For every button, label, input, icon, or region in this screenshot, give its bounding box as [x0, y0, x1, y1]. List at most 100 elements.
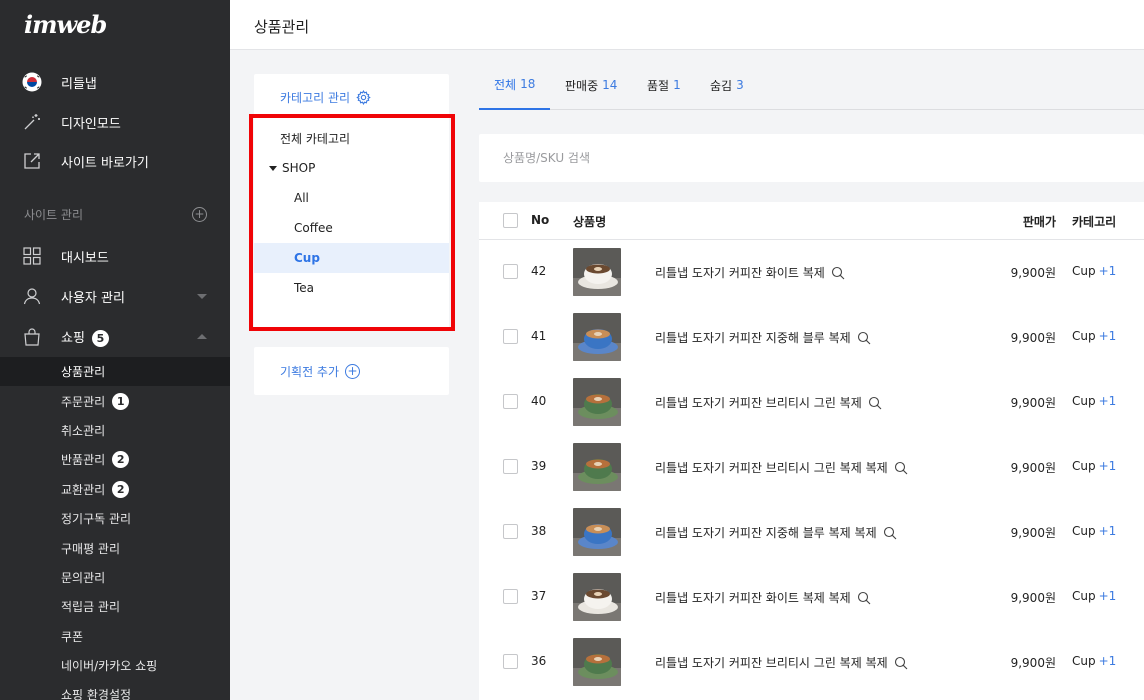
product-name-link[interactable]: 리틀냅 도자기 커피잔 지중해 블루 복제 복제: [655, 524, 897, 541]
imweb-logo[interactable]: imweb: [24, 10, 107, 39]
row-number: 39: [531, 459, 547, 473]
sidebar-item-product-management[interactable]: 상품관리: [0, 357, 230, 387]
product-name-link[interactable]: 리틀냅 도자기 커피잔 브리티시 그린 복제 복제: [655, 459, 908, 476]
sidebar-item-shopping[interactable]: 쇼핑 5: [0, 317, 230, 357]
select-all-checkbox[interactable]: [503, 213, 518, 228]
more-categories-link[interactable]: +1: [1099, 524, 1117, 538]
tab-all[interactable]: 전체 18: [479, 60, 551, 110]
tab-label: 전체: [494, 77, 517, 92]
product-tabs: 전체 18 판매중 14 품절 1 숨김 3: [479, 60, 1144, 110]
sidebar-item-points[interactable]: 적립금 관리: [0, 592, 230, 621]
returns-count-badge: 2: [112, 451, 130, 469]
sidebar-item-site[interactable]: 리들냅: [0, 62, 230, 102]
more-categories-link[interactable]: +1: [1099, 654, 1117, 668]
table-row[interactable]: 42 리틀냅 도자기 커피잔 화이트 복제 9,900원 Cup +1: [479, 240, 1144, 305]
search-icon[interactable]: [868, 396, 882, 410]
sidebar-item-visit-site[interactable]: 사이트 바로가기: [0, 141, 230, 181]
product-category: Cup +1: [1072, 524, 1116, 538]
category-tea[interactable]: Tea: [254, 273, 449, 303]
search-icon[interactable]: [831, 266, 845, 280]
event-panel: 기획전 추가 +: [254, 347, 449, 395]
column-price[interactable]: 판매가: [1023, 213, 1056, 230]
more-categories-link[interactable]: +1: [1099, 459, 1117, 473]
sidebar-item-cancellations[interactable]: 취소관리: [0, 416, 230, 445]
product-name-link[interactable]: 리틀냅 도자기 커피잔 브리티시 그린 복제 복제: [655, 654, 908, 671]
product-category: Cup +1: [1072, 589, 1116, 603]
tab-sold-out[interactable]: 품절 1: [647, 60, 681, 110]
sidebar-item-shop-settings[interactable]: 쇼핑 환경설정: [0, 680, 230, 700]
more-categories-link[interactable]: +1: [1099, 589, 1117, 603]
column-category[interactable]: 카테고리: [1072, 213, 1116, 230]
tab-on-sale[interactable]: 판매중 14: [565, 60, 617, 110]
row-checkbox[interactable]: [503, 394, 518, 409]
product-thumbnail[interactable]: [573, 313, 621, 361]
sidebar-item-users[interactable]: 사용자 관리: [0, 276, 230, 316]
sidebar-item-orders[interactable]: 주문관리 1: [0, 386, 230, 415]
sidebar-item-label: 정기구독 관리: [61, 512, 132, 527]
category-coffee[interactable]: Coffee: [254, 213, 449, 243]
more-categories-link[interactable]: +1: [1099, 329, 1117, 343]
product-thumbnail[interactable]: [573, 638, 621, 686]
row-checkbox[interactable]: [503, 264, 518, 279]
category-all[interactable]: All: [254, 183, 449, 213]
sidebar-item-subscriptions[interactable]: 정기구독 관리: [0, 504, 230, 533]
product-name: 리틀냅 도자기 커피잔 브리티시 그린 복제: [655, 396, 862, 410]
category-shop[interactable]: SHOP: [254, 153, 449, 183]
table-row[interactable]: 40 리틀냅 도자기 커피잔 브리티시 그린 복제 9,900원 Cup +1: [479, 370, 1144, 435]
column-name[interactable]: 상품명: [573, 213, 606, 230]
sidebar-item-reviews[interactable]: 구매평 관리: [0, 533, 230, 562]
add-event-button[interactable]: 기획전 추가 +: [280, 363, 361, 380]
product-thumbnail[interactable]: [573, 443, 621, 491]
search-icon[interactable]: [883, 526, 897, 540]
search-icon[interactable]: [857, 591, 871, 605]
product-name-link[interactable]: 리틀냅 도자기 커피잔 화이트 복제: [655, 264, 845, 281]
category-all-categories[interactable]: 전체 카테고리: [254, 123, 449, 153]
product-thumbnail[interactable]: [573, 508, 621, 556]
search-input[interactable]: [503, 148, 1103, 168]
sidebar-item-exchanges[interactable]: 교환관리 2: [0, 475, 230, 504]
sidebar-item-label: 대시보드: [61, 250, 109, 266]
sidebar-item-design-mode[interactable]: 디자인모드: [0, 102, 230, 142]
product-thumbnail[interactable]: [573, 573, 621, 621]
chevron-down-icon: [197, 294, 207, 299]
row-number: 36: [531, 654, 547, 668]
category-cup[interactable]: Cup: [254, 243, 449, 273]
category-name: Cup: [1072, 394, 1096, 408]
table-row[interactable]: 41 리틀냅 도자기 커피잔 지중해 블루 복제 9,900원 Cup +1: [479, 305, 1144, 370]
more-categories-link[interactable]: +1: [1099, 394, 1117, 408]
product-name-link[interactable]: 리틀냅 도자기 커피잔 브리티시 그린 복제: [655, 394, 882, 411]
search-icon[interactable]: [894, 656, 908, 670]
sidebar-item-label: 쿠폰: [61, 629, 84, 644]
table-row[interactable]: 39 리틀냅 도자기 커피잔 브리티시 그린 복제 복제 9,900원 Cup +1: [479, 435, 1144, 500]
sidebar-item-coupons[interactable]: 쿠폰: [0, 622, 230, 651]
row-checkbox[interactable]: [503, 459, 518, 474]
product-thumbnail[interactable]: [573, 378, 621, 426]
orders-count-badge: 1: [112, 392, 130, 410]
row-checkbox[interactable]: [503, 524, 518, 539]
product-price: 9,900원: [1010, 526, 1056, 540]
more-categories-link[interactable]: +1: [1099, 264, 1117, 278]
product-name-link[interactable]: 리틀냅 도자기 커피잔 화이트 복제 복제: [655, 589, 871, 606]
product-price: 9,900원: [1010, 266, 1056, 280]
sidebar-item-dashboard[interactable]: 대시보드: [0, 236, 230, 276]
category-manage-button[interactable]: 카테고리 관리: [280, 89, 371, 106]
tab-hidden[interactable]: 숨김 3: [710, 60, 744, 110]
row-checkbox[interactable]: [503, 654, 518, 669]
sidebar-item-label: 디자인모드: [61, 116, 121, 132]
sidebar-item-inquiries[interactable]: 문의관리: [0, 563, 230, 592]
sidebar-item-naver-kakao[interactable]: 네이버/카카오 쇼핑: [0, 651, 230, 680]
row-checkbox[interactable]: [503, 589, 518, 604]
search-icon[interactable]: [857, 331, 871, 345]
product-thumbnail[interactable]: [573, 248, 621, 296]
product-name-link[interactable]: 리틀냅 도자기 커피잔 지중해 블루 복제: [655, 329, 871, 346]
table-row[interactable]: 36 리틀냅 도자기 커피잔 브리티시 그린 복제 복제 9,900원 Cup +1: [479, 630, 1144, 695]
search-icon[interactable]: [894, 461, 908, 475]
add-site-button[interactable]: +: [192, 207, 207, 222]
column-no[interactable]: No: [531, 213, 549, 227]
grid-icon: [22, 246, 42, 266]
table-row[interactable]: 37 리틀냅 도자기 커피잔 화이트 복제 복제 9,900원 Cup +1: [479, 565, 1144, 630]
sidebar-item-returns[interactable]: 반품관리 2: [0, 445, 230, 474]
sidebar-item-label: 쇼핑 환경설정: [61, 688, 132, 700]
table-row[interactable]: 38 리틀냅 도자기 커피잔 지중해 블루 복제 복제 9,900원 Cup +1: [479, 500, 1144, 565]
row-checkbox[interactable]: [503, 329, 518, 344]
